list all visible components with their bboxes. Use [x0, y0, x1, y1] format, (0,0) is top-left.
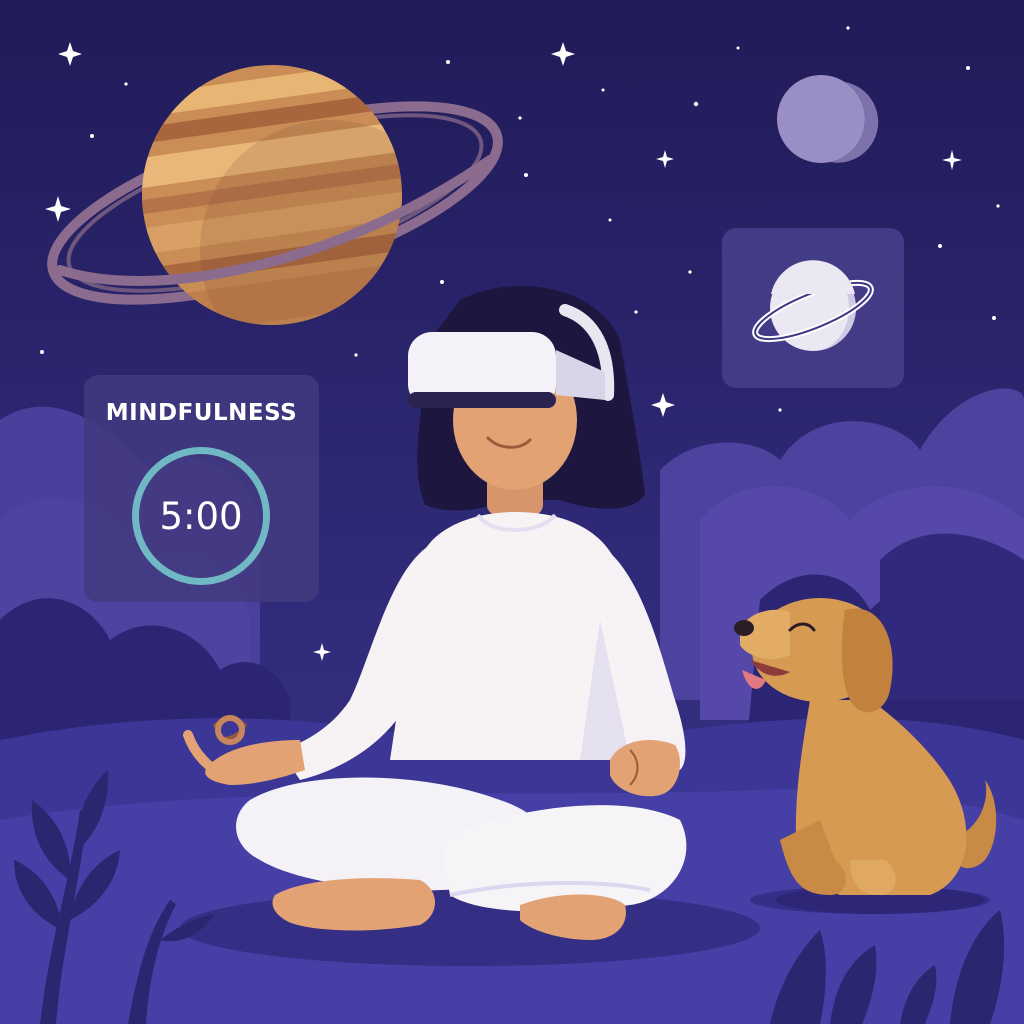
mindfulness-title: MINDFULNESS — [105, 400, 298, 426]
timer-ring[interactable]: 5:00 — [132, 447, 270, 585]
mindfulness-panel: MINDFULNESS 5:00 — [84, 375, 319, 602]
planet-icon — [752, 260, 874, 351]
space-environment-button[interactable] — [722, 228, 904, 388]
vr-meditation-scene: MINDFULNESS 5:00 — [0, 0, 1024, 1024]
timer-value: 5:00 — [159, 494, 243, 538]
